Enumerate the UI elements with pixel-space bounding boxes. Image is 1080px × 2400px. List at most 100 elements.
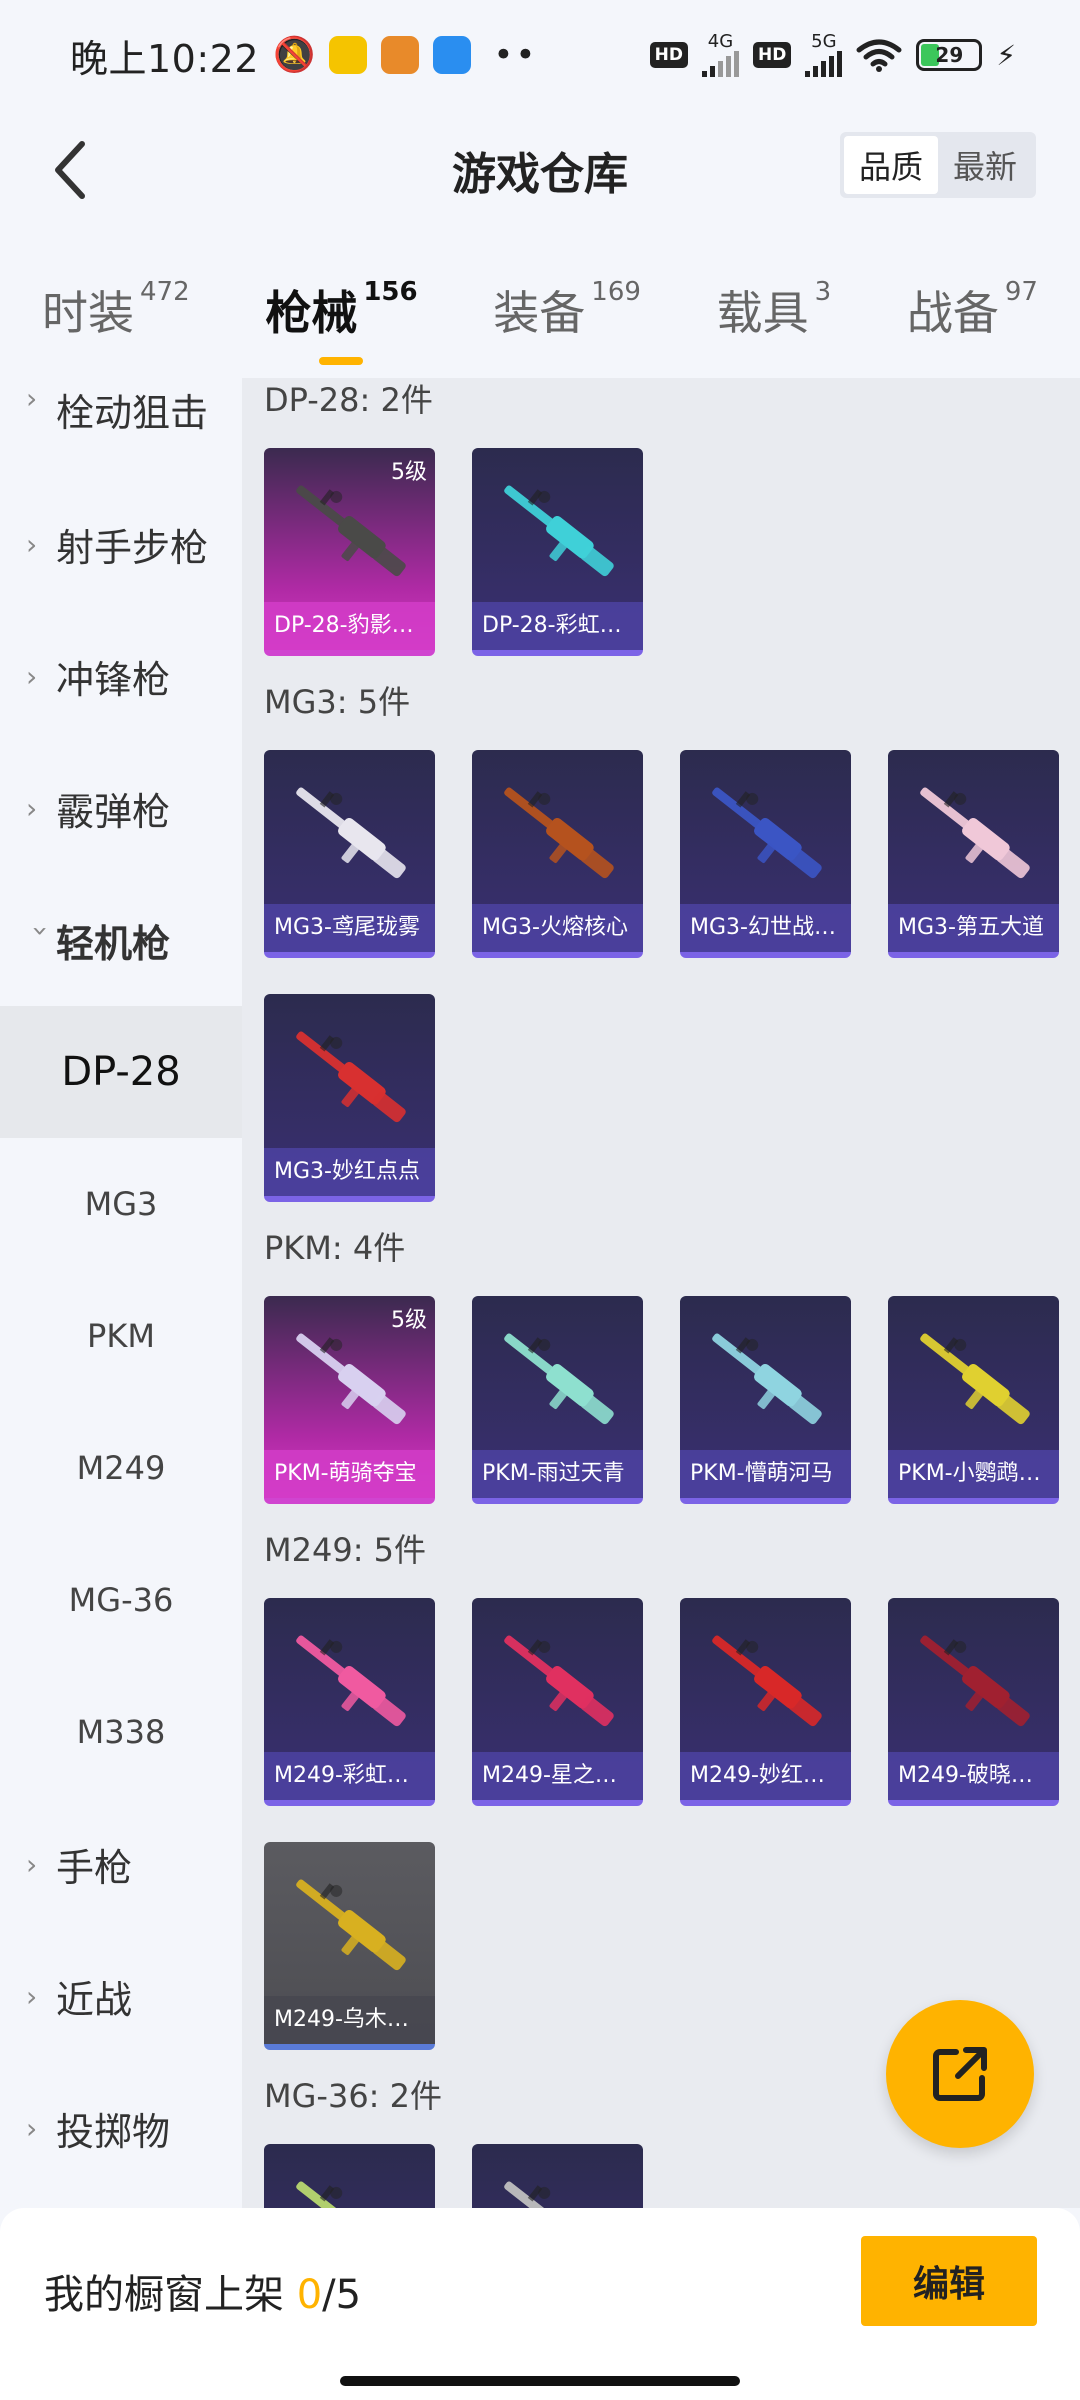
weapon-name: MG3-第五大道 (888, 904, 1059, 952)
weapon-name: M249-星之… (472, 1752, 643, 1800)
group-title: DP-28: 2件 (264, 381, 433, 419)
weapon-card[interactable]: MG3-幻世战… (680, 750, 851, 958)
external-share-icon (933, 2047, 987, 2101)
weapon-icon (920, 787, 1030, 879)
hd-badge: HD (649, 42, 688, 68)
weapon-grid: M249-彩虹… M249-星之… M249-妙红… M249-破晓… M249… (242, 1598, 1080, 2050)
weapon-card[interactable]: M249-乌木… (264, 1842, 435, 2050)
weapon-card[interactable]: MG3-鸢尾珑雾 (264, 750, 435, 958)
chevron-down-icon: › (24, 925, 58, 937)
weapon-card[interactable]: M249-星之… (472, 1598, 643, 1806)
weapon-card[interactable]: 5级 DP-28-豹影… (264, 448, 435, 656)
weapon-card[interactable] (264, 2144, 435, 2208)
sidebar-sub-mg3[interactable]: MG3 (0, 1138, 242, 1270)
tab-guns[interactable]: 枪械 156 (265, 277, 417, 343)
sort-option-latest[interactable]: 最新 (938, 136, 1032, 194)
chevron-right-icon: › (26, 2111, 38, 2145)
level-badge: 5级 (391, 460, 427, 485)
weapon-icon (296, 1879, 406, 1971)
weapon-card[interactable]: M249-破晓… (888, 1598, 1059, 1806)
app-notification-icon (433, 36, 472, 74)
group-title: MG3: 5件 (264, 683, 411, 721)
sidebar-item-smg[interactable]: › 冲锋枪 (0, 610, 242, 742)
showcase-status: 我的橱窗上架 0/5 (44, 2272, 362, 2318)
weapon-card[interactable]: PKM-小鹦鹉… (888, 1296, 1059, 1504)
weapon-name: DP-28-豹影… (264, 602, 435, 650)
sidebar-sub-dp28[interactable]: DP-28 (0, 1006, 242, 1138)
sidebar-sub-m338[interactable]: M338 (0, 1666, 242, 1798)
weapon-icon (296, 1031, 406, 1123)
weapon-icon (712, 1333, 822, 1425)
edit-button[interactable]: 编辑 (861, 2236, 1037, 2326)
chevron-right-icon: › (26, 659, 38, 693)
weapon-card[interactable] (472, 2144, 643, 2208)
weapon-name: MG3-鸢尾珑雾 (264, 904, 435, 952)
page-title: 游戏仓库 (452, 149, 628, 200)
weapon-name: MG3-妙红点点 (264, 1148, 435, 1196)
weapon-name: M249-破晓… (888, 1752, 1059, 1800)
weapon-name: DP-28-彩虹… (472, 602, 643, 650)
weapon-name: PKM-萌骑夺宝 (264, 1450, 435, 1498)
weapon-icon (920, 1333, 1030, 1425)
weapon-name: MG3-幻世战… (680, 904, 851, 952)
sidebar-sub-pkm[interactable]: PKM (0, 1270, 242, 1402)
back-arrow-icon (55, 141, 85, 199)
chevron-right-icon: › (26, 382, 38, 415)
weapon-card[interactable]: M249-妙红… (680, 1598, 851, 1806)
weapon-icon (296, 1635, 406, 1727)
weapon-card[interactable]: M249-彩虹… (264, 1598, 435, 1806)
weapon-card[interactable]: DP-28-彩虹… (472, 448, 643, 656)
weapon-type-sidebar: › 栓动狙击 › 射手步枪 › 冲锋枪 › 霰弹枪 › 轻机枪 DP-28 MG3 PKM… (0, 378, 242, 2208)
weapon-name: MG3-火熔核心 (472, 904, 643, 952)
signal-4g-icon: 4G (701, 33, 739, 77)
showcase-bar: 我的橱窗上架 0/5 编辑 (0, 2208, 1080, 2400)
mute-bell-icon: 🔕 (273, 35, 316, 75)
wifi-icon (856, 39, 902, 72)
sidebar-item-melee[interactable]: › 近战 (0, 1930, 242, 2062)
sidebar-item-bolt-sniper[interactable]: › 栓动狙击 (0, 378, 242, 478)
weapon-name: M249-乌木… (264, 1996, 435, 2044)
sidebar-sub-m249[interactable]: M249 (0, 1402, 242, 1534)
chevron-right-icon: › (26, 791, 38, 825)
signal-5g-icon: 5G (805, 33, 843, 77)
showcase-count: 0 (296, 2272, 323, 2318)
weapon-card[interactable]: MG3-妙红点点 (264, 994, 435, 1202)
hd-badge: HD (752, 42, 792, 68)
tab-fashion[interactable]: 时装 472 (42, 277, 190, 343)
weapon-name: M249-彩虹… (264, 1752, 435, 1800)
tab-vehicles[interactable]: 载具 3 (717, 277, 832, 343)
home-indicator[interactable] (340, 2376, 740, 2386)
weapon-icon (504, 2181, 563, 2208)
weapon-card[interactable]: MG3-火熔核心 (472, 750, 643, 958)
tab-equipment[interactable]: 装备 169 (493, 277, 641, 343)
weapon-card[interactable]: MG3-第五大道 (888, 750, 1059, 958)
sidebar-item-throwable[interactable]: › 投掷物 (0, 2062, 242, 2194)
chevron-right-icon: › (26, 1979, 38, 2013)
weapon-icon (296, 787, 406, 879)
sidebar-item-pistol[interactable]: › 手枪 (0, 1798, 242, 1930)
weapon-card[interactable]: PKM-雨过天青 (472, 1296, 643, 1504)
share-button[interactable] (886, 2000, 1034, 2148)
category-tabs: 时装 472 枪械 156 装备 169 载具 3 战备 97 (0, 250, 1080, 370)
weapon-icon (296, 2181, 355, 2208)
sort-option-quality[interactable]: 品质 (844, 136, 938, 194)
sidebar-item-marksman-rifle[interactable]: › 射手步枪 (0, 478, 242, 610)
weapon-icon (920, 1635, 1030, 1727)
weapon-name: PKM-懵萌河马 (680, 1450, 851, 1498)
weapon-grid: 5级 DP-28-豹影… DP-28-彩虹… (242, 448, 1080, 656)
more-notifications-icon: •• (493, 35, 538, 75)
weapon-name: PKM-雨过天青 (472, 1450, 643, 1498)
sidebar-item-lmg[interactable]: › 轻机枪 (0, 874, 242, 1006)
sidebar-item-shotgun[interactable]: › 霰弹枪 (0, 742, 242, 874)
weapon-card[interactable]: PKM-懵萌河马 (680, 1296, 851, 1504)
weapon-card[interactable]: 5级 PKM-萌骑夺宝 (264, 1296, 435, 1504)
tab-gear[interactable]: 战备 97 (907, 277, 1038, 343)
chevron-right-icon: › (26, 1847, 38, 1881)
weapon-grid (242, 2144, 1080, 2208)
sidebar-sub-mg36[interactable]: MG-36 (0, 1534, 242, 1666)
header: 游戏仓库 品质 最新 (0, 110, 1080, 230)
back-button[interactable] (30, 130, 110, 210)
chevron-right-icon: › (26, 527, 38, 561)
weapon-icon (712, 1635, 822, 1727)
weapon-grid: MG3-鸢尾珑雾 MG3-火熔核心 MG3-幻世战… MG3-第五大道 MG3-… (242, 750, 1080, 1202)
